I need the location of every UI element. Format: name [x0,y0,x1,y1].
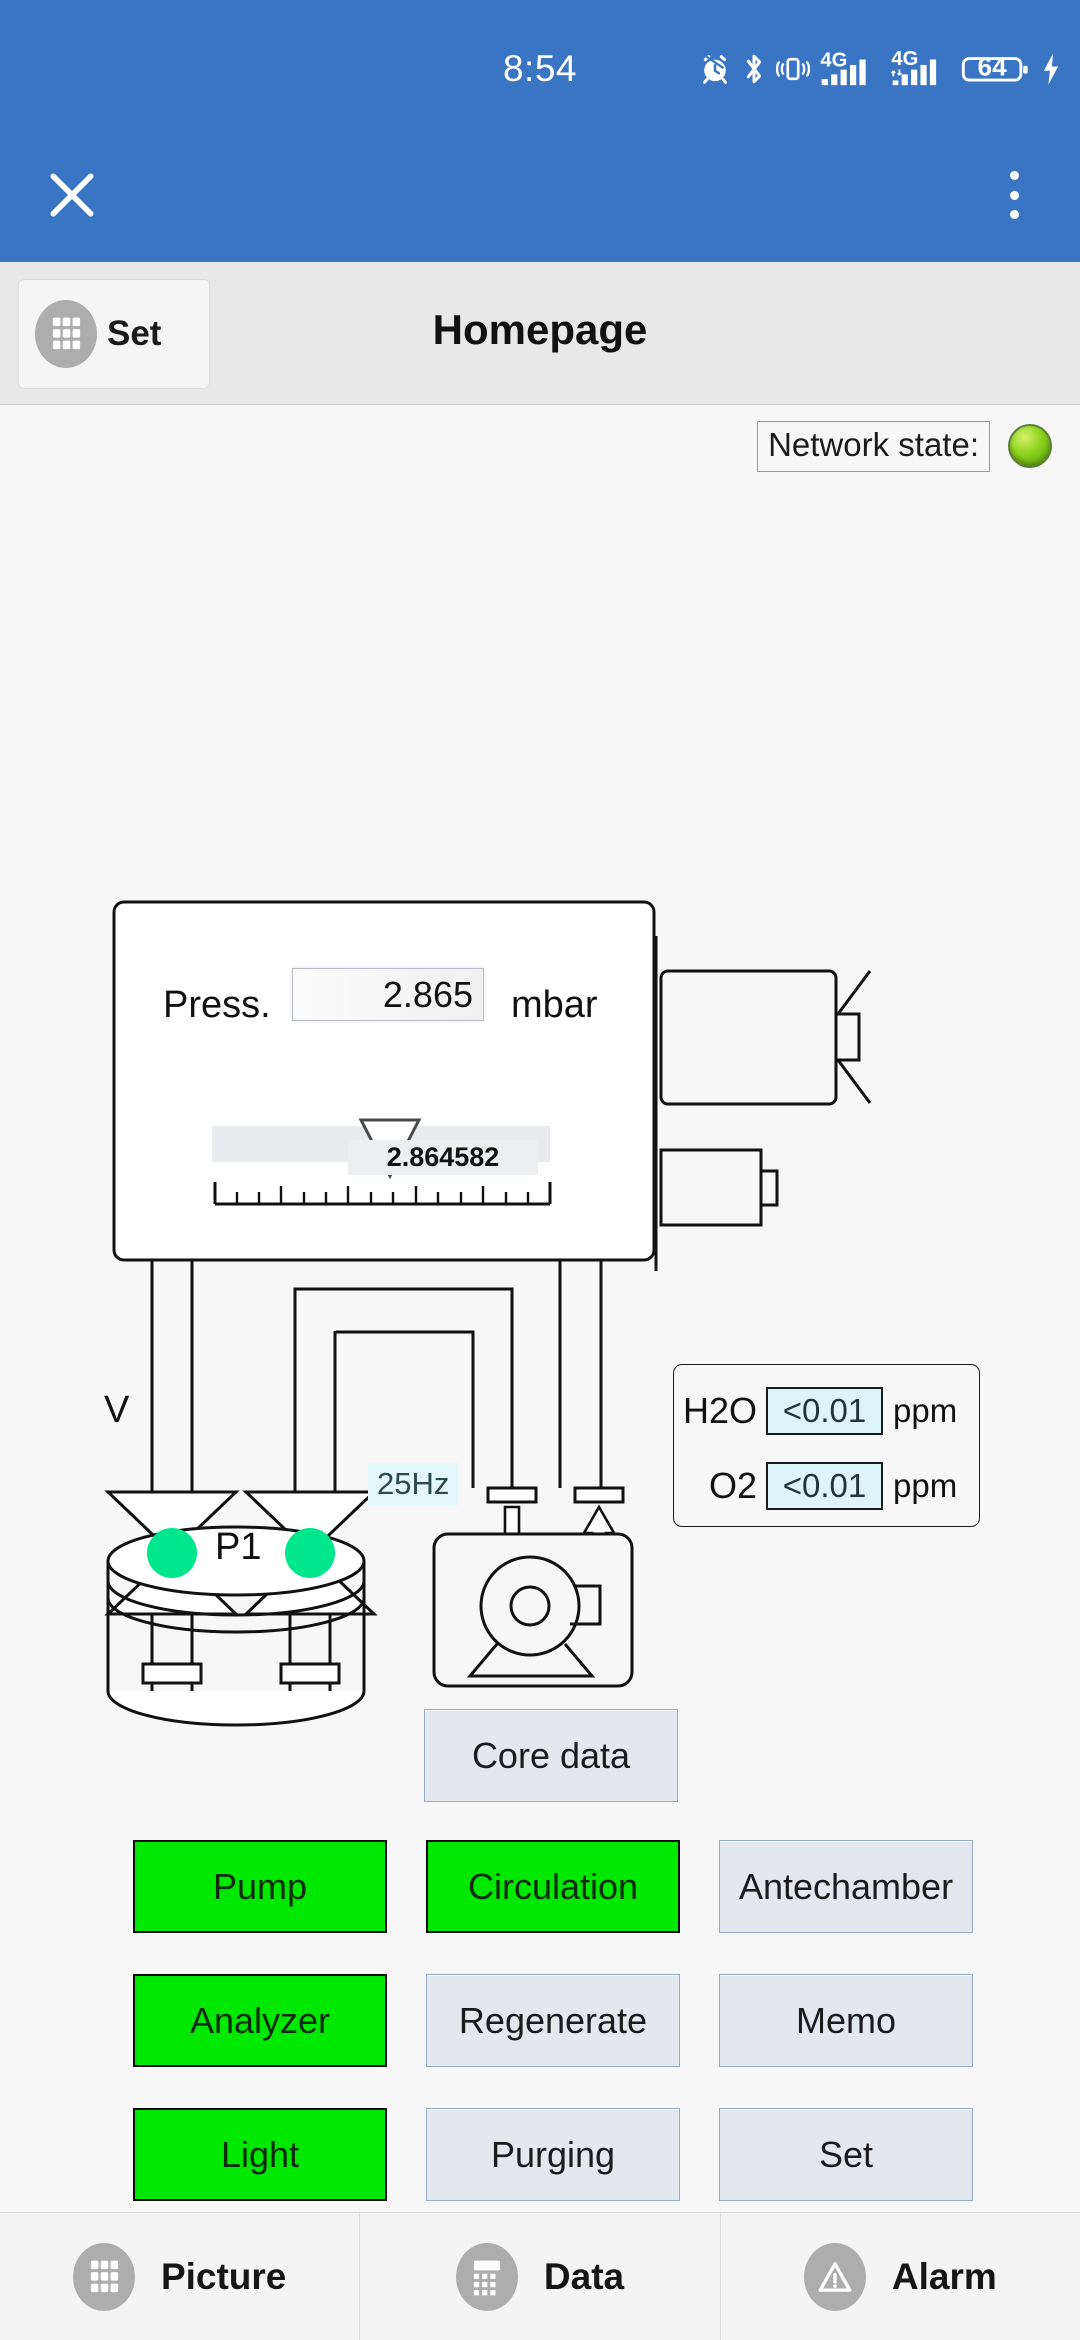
app-root: 8:54 4G 4G 64 Set Homepage Network state… [0,0,1080,2340]
pressure-unit: mbar [511,984,598,1026]
overflow-dot-2 [1009,190,1019,200]
valve-group-label: V [104,1389,130,1431]
pressure-label: Press. [163,984,271,1026]
overflow-dot-1 [1009,171,1019,180]
gas-analyzer-panel: H2O <0.01 ppm O2 <0.01 ppm [673,1364,980,1527]
gas-name-o2: O2 [708,1465,757,1506]
nav-label-alarm: Alarm [891,2255,997,2297]
button-light[interactable]: Light [133,2108,387,2201]
status-icon-tray: 4G 4G 64 [698,48,1062,90]
button-analyzer[interactable]: Analyzer [133,1974,387,2067]
page-title: Homepage [432,306,648,353]
app-bar [0,125,1080,262]
process-schematic [104,900,872,1727]
nav-label-picture: Picture [160,2255,287,2297]
nav-label-data: Data [543,2255,625,2297]
nav-item-data[interactable]: Data [360,2213,721,2340]
valve-left-led [147,1528,197,1578]
bottom-nav-bar: Picture Data Alarm [0,2212,1080,2340]
gas-value-h2o[interactable]: <0.01 [766,1387,883,1435]
pressure-value-field[interactable]: 2.865 [292,968,484,1021]
button-memo[interactable]: Memo [719,1974,973,2067]
overflow-dot-3 [1009,210,1019,219]
sub-header: Set Homepage [0,262,1080,405]
button-antechamber[interactable]: Antechamber [719,1840,973,1933]
gas-unit-o2: ppm [893,1467,958,1504]
gas-value-o2[interactable]: <0.01 [766,1462,883,1510]
close-icon [50,173,94,217]
button-purging[interactable]: Purging [426,2108,680,2201]
gas-row-o2: O2 <0.01 ppm [674,1457,979,1515]
table-icon [455,2242,518,2311]
button-regenerate[interactable]: Regenerate [426,1974,680,2067]
core-data-button[interactable]: Core data [424,1709,678,1802]
close-button[interactable] [42,165,102,225]
grid-icon [72,2242,135,2311]
gas-row-h2o: H2O <0.01 ppm [674,1382,979,1440]
control-button-grid: Pump Circulation Antechamber Analyzer Re… [133,1840,973,2201]
signal-4g-text: 4G [820,51,847,71]
battery-level-text: 64 [978,52,1008,82]
warning-triangle-icon [803,2242,866,2311]
valve-right-led [285,1528,335,1578]
signal-4g-data-text: 4G [891,51,918,70]
charging-bolt-icon [1040,52,1062,86]
nav-item-alarm[interactable]: Alarm [721,2213,1080,2340]
signal-4g-icon: 4G [819,51,881,87]
button-set[interactable]: Set [719,2108,973,2201]
gas-name-h2o: H2O [682,1390,757,1431]
button-circulation[interactable]: Circulation [426,1840,680,1933]
gas-unit-h2o: ppm [893,1392,958,1429]
bluetooth-icon [741,52,767,86]
nav-item-picture[interactable]: Picture [0,2213,361,2340]
pressure-gauge-value: 2.864582 [348,1140,538,1175]
content-canvas: Network state: Press. 2.865 mbar 2.86458… [0,406,1080,2212]
alarm-icon [698,52,732,86]
frequency-label: 25Hz [368,1463,459,1505]
tank-label: P1 [215,1526,262,1568]
battery-icon: 64 [961,52,1031,86]
signal-4g-data-icon: 4G [890,51,952,87]
overflow-menu-button[interactable] [990,165,1038,225]
vibrate-icon [776,52,810,86]
status-bar: 8:54 4G 4G 64 [0,0,1080,125]
button-pump[interactable]: Pump [133,1840,387,1933]
